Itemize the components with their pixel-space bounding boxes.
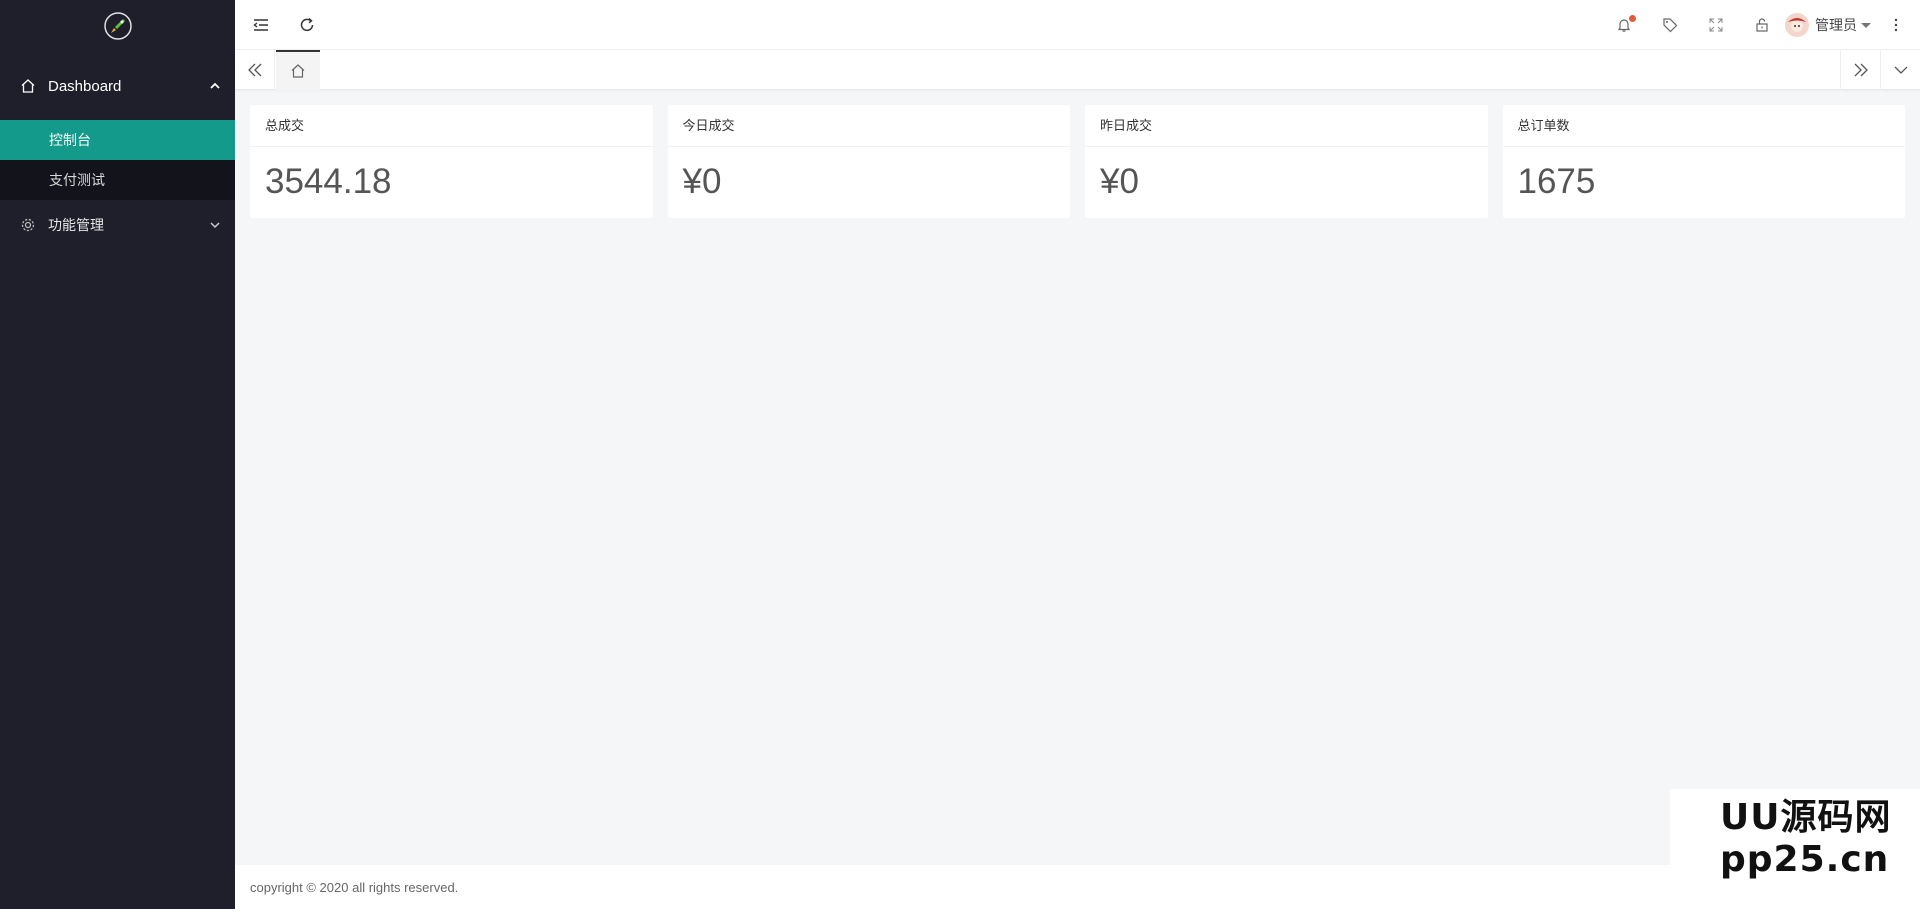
- lock-icon: [1756, 18, 1768, 32]
- sidebar-item-payment-test[interactable]: 支付测试: [0, 160, 235, 200]
- sidebar-group-label: 功能管理: [48, 217, 104, 233]
- tabs-bar: [235, 50, 1920, 90]
- stat-card-title: 总成交: [250, 105, 653, 147]
- notification-badge: [1629, 15, 1636, 22]
- user-menu[interactable]: 管理员: [1785, 0, 1872, 50]
- sidebar-item-label: 支付测试: [49, 172, 105, 188]
- top-header: 管理员: [235, 0, 1920, 50]
- stat-card-today-revenue: 今日成交 ¥0: [667, 105, 1070, 218]
- stat-card-title: 昨日成交: [1085, 105, 1488, 147]
- watermark: UU源码网 pp25.cn: [1670, 789, 1920, 889]
- stat-card-title: 今日成交: [667, 105, 1070, 147]
- avatar: [1785, 13, 1809, 37]
- sidebar-group-function-management[interactable]: 功能管理: [0, 200, 235, 250]
- stat-card-value: 3544.18: [265, 162, 392, 201]
- fullscreen-icon: [1709, 18, 1723, 32]
- main-content: 总成交 3544.18 今日成交 ¥0 昨日成交 ¥0 总订单数 1675: [235, 90, 1920, 865]
- collapse-menu-icon: [253, 19, 268, 31]
- stat-card-value: ¥0: [1100, 162, 1139, 201]
- gear-icon: [20, 217, 36, 233]
- refresh-icon: [300, 17, 314, 32]
- stat-card-total-revenue: 总成交 3544.18: [250, 105, 653, 218]
- logo[interactable]: [0, 0, 235, 52]
- tabs-menu-button[interactable]: [1880, 50, 1920, 90]
- sidebar-item-console[interactable]: 控制台: [0, 120, 235, 160]
- chevron-down-icon: [209, 219, 221, 231]
- rocket-logo-icon: [103, 12, 132, 40]
- home-icon: [20, 78, 36, 94]
- double-chevron-left-icon: [247, 63, 261, 77]
- chevron-up-icon: [209, 80, 221, 92]
- watermark-line-2: pp25.cn: [1720, 839, 1890, 880]
- more-options-button[interactable]: [1876, 0, 1916, 50]
- fullscreen-button[interactable]: [1696, 0, 1736, 50]
- stat-card-value: ¥0: [682, 162, 722, 201]
- watermark-line-1: UU源码网: [1720, 797, 1892, 838]
- sidebar-group-label: Dashboard: [48, 77, 122, 95]
- more-vertical-icon: [1894, 18, 1898, 32]
- stat-card-title: 总订单数: [1502, 105, 1905, 147]
- stat-card-value: 1675: [1517, 162, 1596, 201]
- tabs-scroll-left-button[interactable]: [235, 50, 275, 90]
- tabs-scroll-right-button[interactable]: [1840, 50, 1880, 90]
- sidebar-group-dashboard[interactable]: Dashboard: [0, 52, 235, 120]
- refresh-button[interactable]: [287, 0, 327, 50]
- copyright-text: copyright © 2020 all rights reserved.: [250, 879, 459, 895]
- double-chevron-right-icon: [1854, 63, 1868, 77]
- notification-button[interactable]: [1604, 0, 1644, 50]
- collapse-menu-button[interactable]: [241, 0, 281, 50]
- user-name: 管理员: [1815, 17, 1857, 33]
- sidebar-item-label: 控制台: [49, 132, 91, 148]
- tag-icon: [1663, 18, 1678, 33]
- tag-button[interactable]: [1650, 0, 1690, 50]
- stat-card-yesterday-revenue: 昨日成交 ¥0: [1085, 105, 1488, 218]
- chevron-down-icon: [1894, 66, 1907, 74]
- sidebar-submenu-dashboard: 控制台 支付测试: [0, 120, 235, 200]
- sidebar: Dashboard 控制台 支付测试 功能管理: [0, 0, 235, 909]
- lock-screen-button[interactable]: [1742, 0, 1782, 50]
- footer: copyright © 2020 all rights reserved.: [235, 865, 1920, 909]
- tab-home[interactable]: [276, 50, 320, 90]
- stats-cards: 总成交 3544.18 今日成交 ¥0 昨日成交 ¥0 总订单数 1675: [250, 105, 1905, 218]
- caret-down-icon: [1861, 23, 1871, 28]
- stat-card-total-orders: 总订单数 1675: [1502, 105, 1905, 218]
- home-icon: [291, 64, 305, 78]
